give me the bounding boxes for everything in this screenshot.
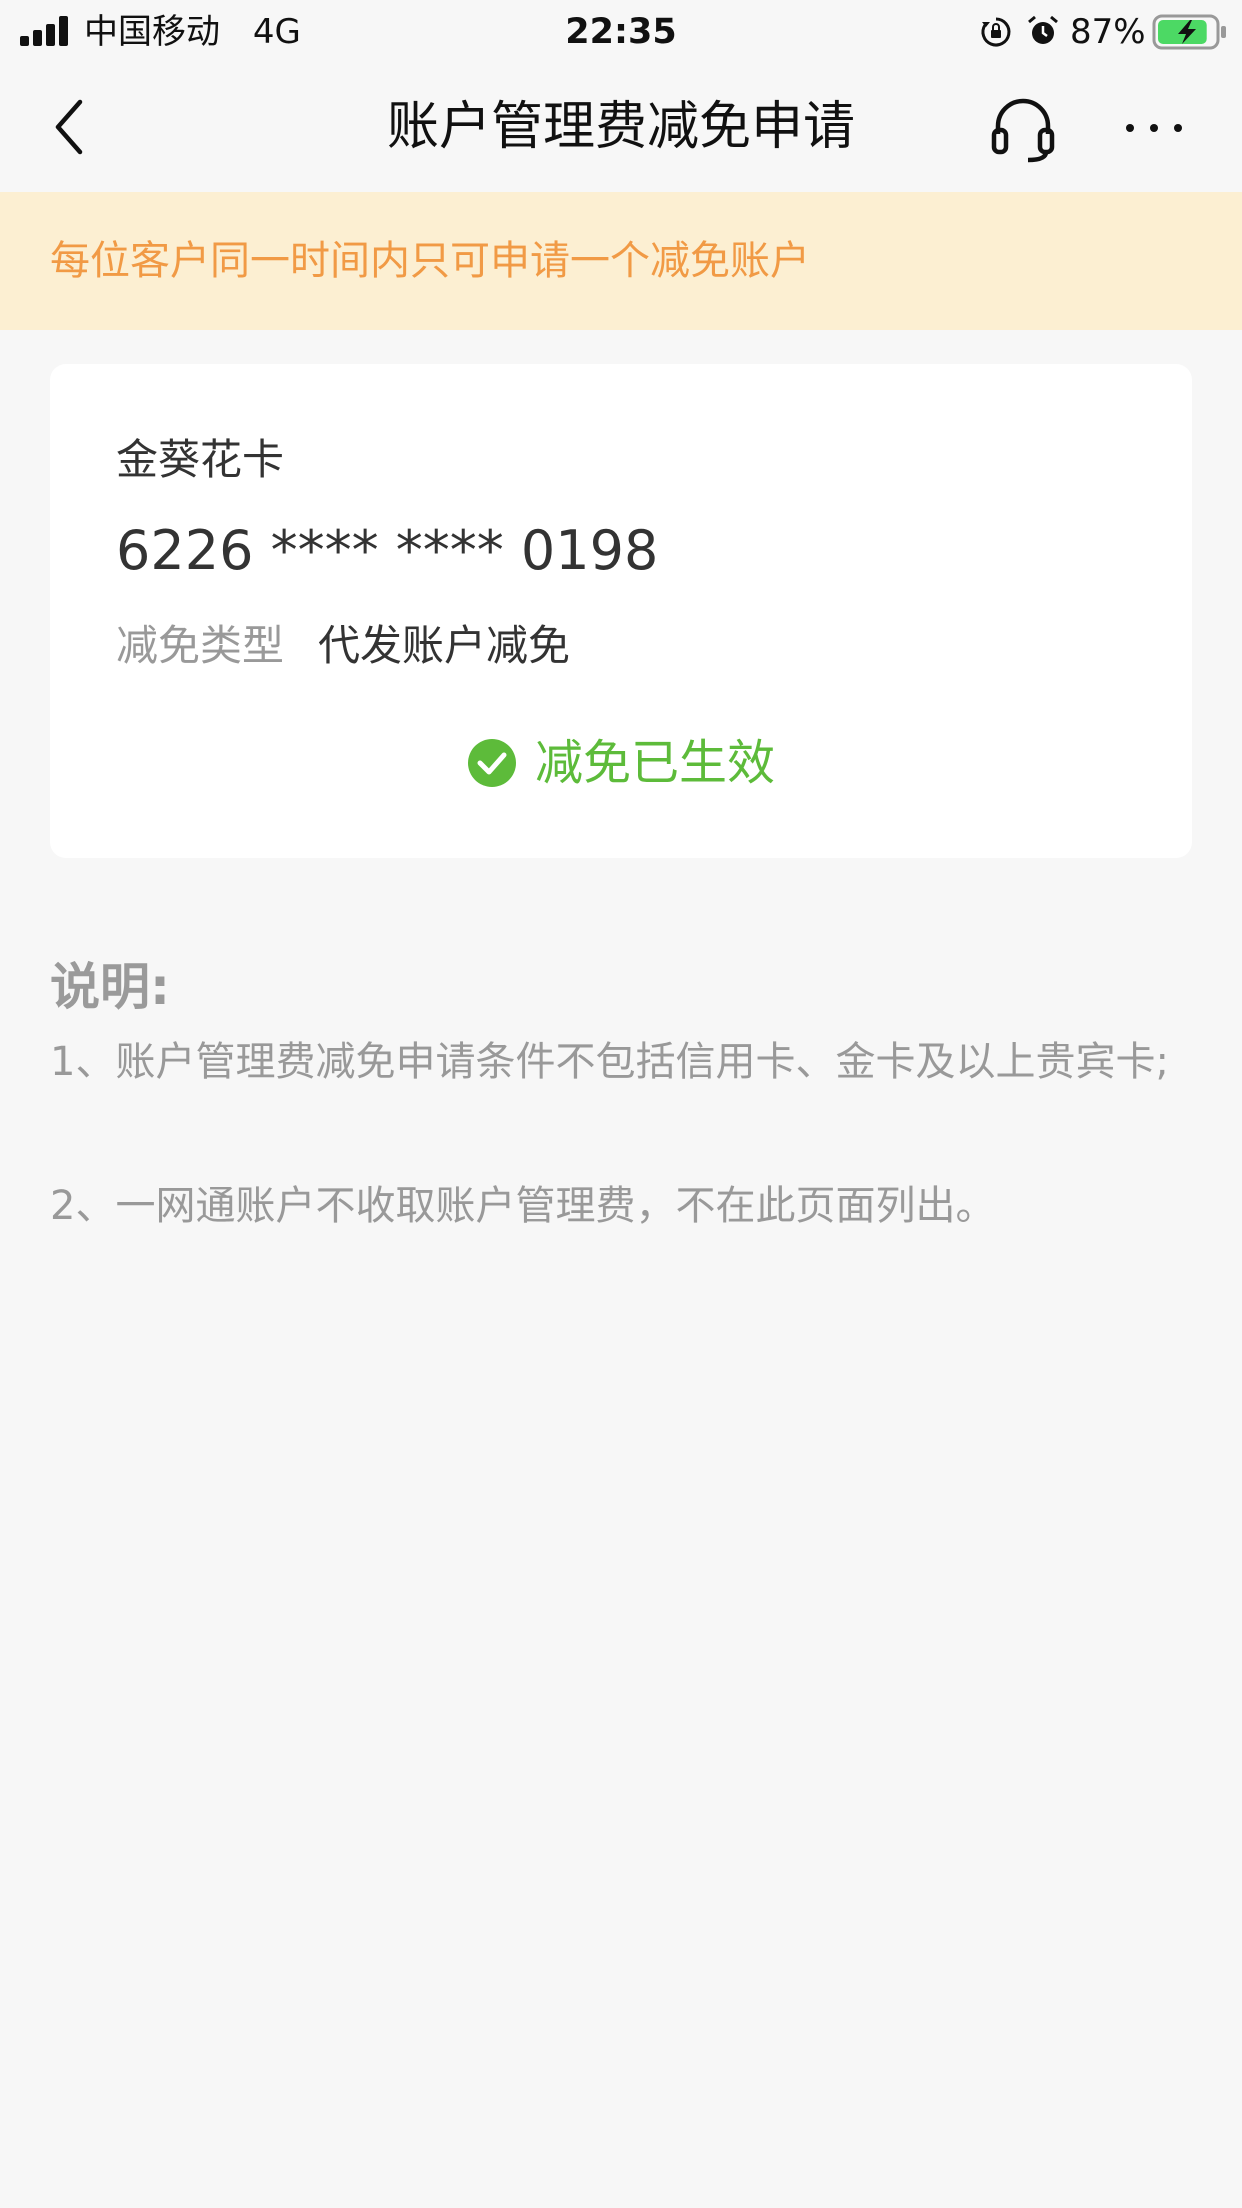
- note-item: 2、一网通账户不收取账户管理费，不在此页面列出。: [50, 1183, 996, 1229]
- battery-icon: [1152, 14, 1226, 50]
- battery-percent: 87%: [1070, 12, 1146, 52]
- waiver-type-label: 减免类型: [116, 621, 285, 670]
- nav-bar: 账户管理费减免申请: [0, 62, 1242, 192]
- alarm-icon: [1028, 15, 1058, 44]
- card-number: 6226 **** **** 0198: [116, 519, 659, 582]
- notice-text: 每位客户同一时间内只可申请一个减免账户: [50, 238, 810, 284]
- status-bar: 中国移动 4G 22:35 87%: [0, 0, 1242, 62]
- waiver-type-value: 代发账户减免: [318, 621, 571, 670]
- rotation-lock-icon: [981, 17, 1011, 47]
- card-name: 金葵花卡: [116, 435, 285, 484]
- notes-title: 说明:: [50, 958, 170, 1016]
- more-dots-icon[interactable]: [1122, 102, 1186, 152]
- account-card: 金葵花卡 6226 **** **** 0198 减免类型 代发账户减免 减免已…: [50, 364, 1192, 858]
- waiver-status-text: 减免已生效: [534, 735, 775, 791]
- headset-icon[interactable]: [990, 94, 1056, 164]
- note-item: 1、账户管理费减免申请条件不包括信用卡、金卡及以上贵宾卡;: [50, 1039, 1169, 1085]
- check-circle-icon: [467, 739, 516, 787]
- waiver-status: 减免已生效: [50, 728, 1192, 798]
- notice-banner: 每位客户同一时间内只可申请一个减免账户: [0, 192, 1242, 330]
